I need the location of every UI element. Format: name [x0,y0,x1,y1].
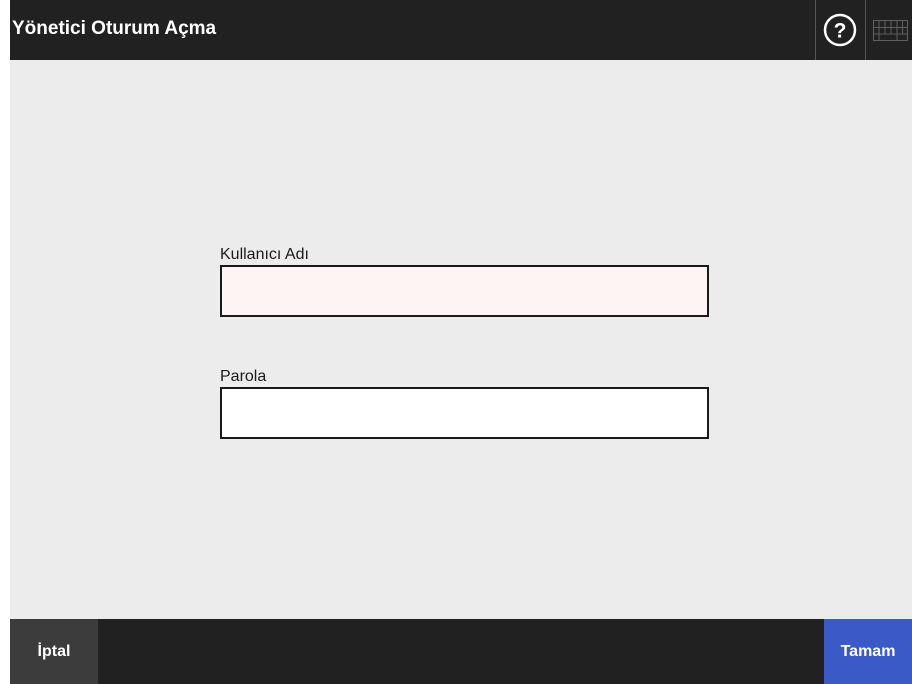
keyboard-button[interactable] [866,0,912,60]
login-form: Kullanıcı Adı Parola [10,60,912,619]
cancel-button[interactable]: İptal [10,619,98,684]
svg-text:?: ? [834,20,847,43]
password-field[interactable] [220,387,709,439]
username-label: Kullanıcı Adı [220,246,309,263]
keyboard-icon [873,20,908,41]
help-button[interactable]: ? [816,0,864,60]
login-window: Yönetici Oturum Açma ? Kullanıcı Adı Par… [10,0,912,684]
username-field[interactable] [220,265,709,317]
ok-button[interactable]: Tamam [824,619,912,684]
page-title: Yönetici Oturum Açma [12,18,217,39]
password-label: Parola [220,368,267,385]
footer-bar: İptal Tamam [10,619,912,684]
title-bar: Yönetici Oturum Açma ? [10,0,912,60]
question-circle-icon: ? [823,13,857,47]
